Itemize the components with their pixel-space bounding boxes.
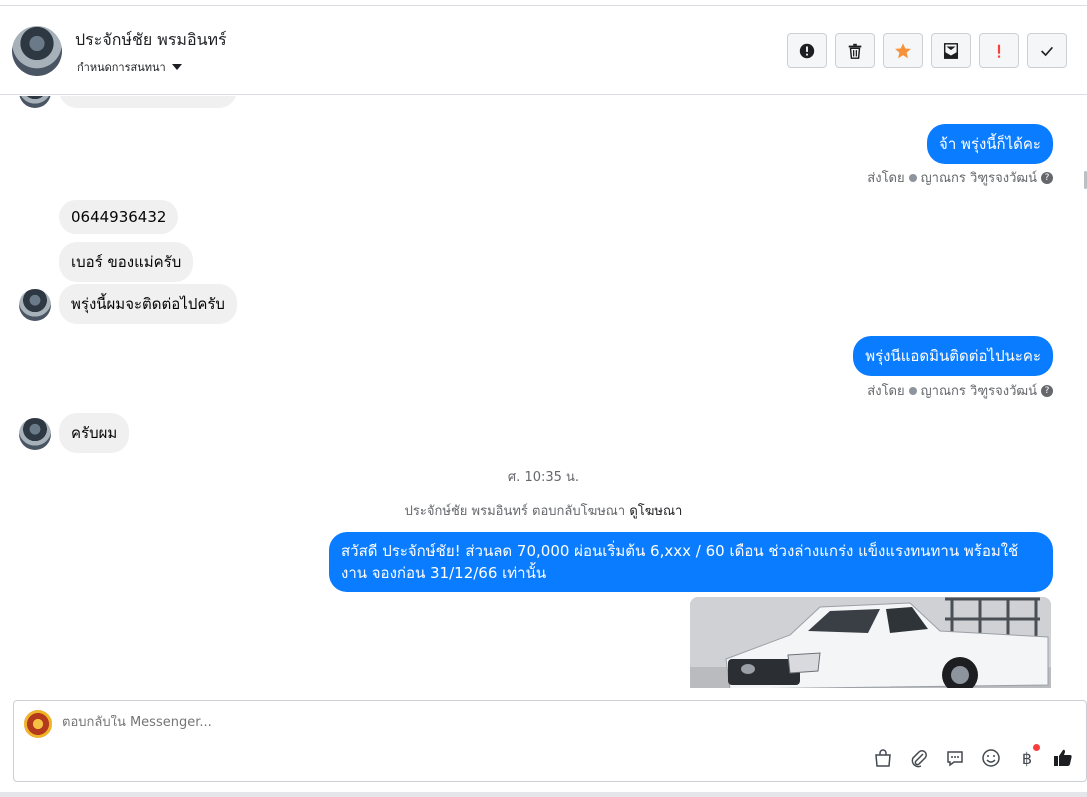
- shopping-bag-icon: [875, 749, 891, 767]
- ad-reply-text: ประจักษ์ชัย พรมอินทร์ ตอบกลับโฆษณา: [404, 504, 626, 519]
- reply-composer: ฿: [13, 700, 1087, 782]
- message-bubble-out[interactable]: สวัสดี ประจักษ์ชัย! ส่วนลด 70,000 ผ่อนเร…: [329, 532, 1053, 592]
- pickup-truck-image: [690, 597, 1051, 688]
- check-icon: [1041, 46, 1054, 56]
- ad-reply-notice: ประจักษ์ชัย พรมอินทร์ ตอบกลับโฆษณา ดูโฆษ…: [0, 500, 1087, 521]
- contact-avatar-small: [19, 96, 51, 108]
- message-bubble-in[interactable]: ครับผม: [59, 413, 130, 453]
- contact-name[interactable]: ประจักษ์ชัย พรมอินทร์: [75, 28, 227, 53]
- ad-image-pickup-truck[interactable]: [690, 597, 1051, 688]
- paperclip-icon: [911, 750, 927, 768]
- contact-avatar[interactable]: [12, 26, 62, 76]
- message-bubble-in[interactable]: เบอร์ ของแม่ครับ: [59, 242, 194, 282]
- baht-icon: ฿: [1021, 748, 1033, 768]
- payment-button[interactable]: ฿: [1016, 744, 1040, 769]
- delete-button[interactable]: [835, 33, 875, 68]
- caret-down-icon: [171, 64, 182, 70]
- page-avatar: [24, 710, 52, 738]
- shop-button[interactable]: [872, 747, 894, 769]
- mark-done-button[interactable]: [1027, 33, 1067, 68]
- smiley-icon: [982, 749, 1000, 767]
- verified-dot-icon: [908, 386, 917, 395]
- like-button[interactable]: [1052, 747, 1074, 769]
- notification-dot: [1033, 744, 1040, 751]
- sent-by-prefix: ส่งโดย: [867, 171, 905, 186]
- contact-avatar-small: [19, 289, 51, 321]
- help-icon[interactable]: ?: [1041, 384, 1053, 397]
- reply-input[interactable]: [62, 715, 962, 730]
- sent-by-info: ส่งโดย ญาณกร วิฑูรจงวัฒน์ ?: [867, 380, 1053, 401]
- important-button[interactable]: [979, 33, 1019, 68]
- view-ad-link[interactable]: ดูโฆษณา: [629, 504, 682, 519]
- message-bubble-in[interactable]: พรุ่งนี้ผมจะติดต่อไปครับ: [59, 284, 237, 324]
- conversation-header: ประจักษ์ชัย พรมอินทร์ กำหนดการสนทนา: [0, 6, 1087, 95]
- help-icon[interactable]: ?: [1041, 171, 1053, 184]
- attach-file-button[interactable]: [908, 747, 930, 769]
- mark-unread-icon: [943, 42, 959, 59]
- message-bubble-in[interactable]: 0644936432: [59, 200, 179, 234]
- alert-icon: [799, 43, 815, 58]
- important-icon: [997, 44, 1001, 58]
- assign-conversation-dropdown[interactable]: กำหนดการสนทนา: [77, 58, 182, 76]
- thumbs-up-icon: [1054, 749, 1072, 766]
- message-timestamp: ศ. 10:35 น.: [507, 470, 580, 485]
- bottom-strip: [0, 792, 1087, 797]
- emoji-button[interactable]: [980, 747, 1002, 769]
- trash-icon: [848, 43, 862, 59]
- mark-unread-button[interactable]: [931, 33, 971, 68]
- sent-by-prefix: ส่งโดย: [867, 384, 905, 399]
- contact-avatar-small: [19, 418, 51, 450]
- star-button[interactable]: [883, 33, 923, 68]
- verified-dot-icon: [908, 173, 917, 182]
- message-thread[interactable]: จ้า พรุ่งนี้ก็ได้คะ ส่งโดย ญาณกร วิฑูรจง…: [0, 96, 1087, 688]
- sent-by-info: ส่งโดย ญาณกร วิฑูรจงวัฒน์ ?: [867, 167, 1053, 188]
- message-bubble-out[interactable]: พรุ่งนีแอดมินติดต่อไปนะคะ: [853, 336, 1053, 376]
- sent-by-name: ญาณกร วิฑูรจงวัฒน์: [920, 171, 1037, 186]
- chat-bubble-icon: [947, 751, 963, 767]
- star-icon: [895, 42, 911, 58]
- message-bubble-out[interactable]: จ้า พรุ่งนี้ก็ได้คะ: [927, 124, 1053, 164]
- saved-replies-button[interactable]: [944, 747, 966, 769]
- message-bubble-in-cut: [59, 96, 237, 108]
- conversation-toolbar: [787, 33, 1067, 68]
- composer-actions: ฿: [872, 744, 1074, 769]
- sent-by-name: ญาณกร วิฑูรจงวัฒน์: [920, 384, 1037, 399]
- assign-label: กำหนดการสนทนา: [77, 61, 166, 74]
- report-spam-button[interactable]: [787, 33, 827, 68]
